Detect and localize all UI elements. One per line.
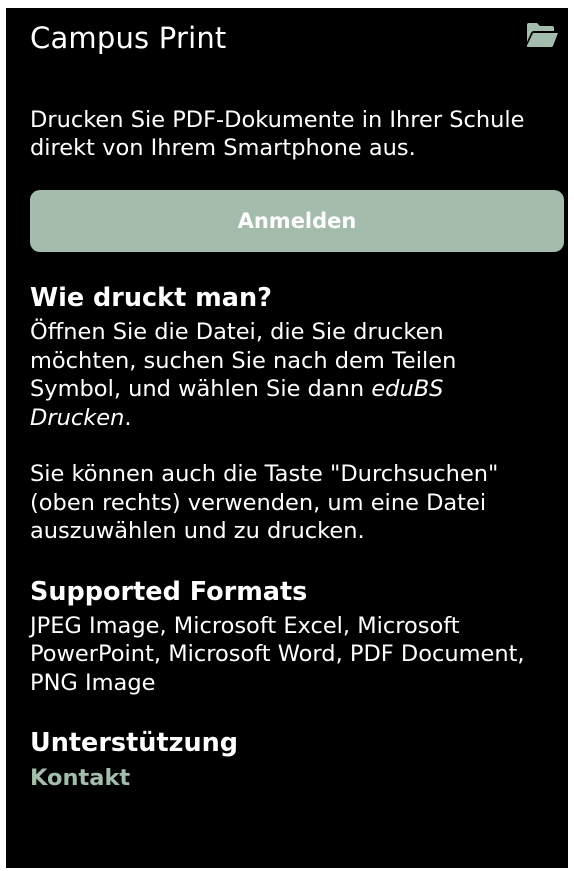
howto-paragraph-2: Sie können auch die Taste "Durchsuchen" … (30, 461, 499, 544)
howto-paragraph-1: Öffnen Sie die Datei, die Sie drucken mö… (30, 318, 550, 432)
folder-open-icon (526, 23, 558, 47)
howto-paragraph-1-end: . (124, 404, 132, 431)
app-screen: Campus Print Drucken Sie PDF-Dokumente i… (6, 8, 568, 868)
login-button[interactable]: Anmelden (30, 190, 564, 252)
formats-title: Supported Formats (30, 576, 308, 607)
formats-list: JPEG Image, Microsoft Excel, Microsoft P… (30, 612, 525, 696)
browse-button[interactable] (524, 20, 560, 50)
main-content: Drucken Sie PDF-Dokumente in Ihrer Schul… (30, 106, 564, 791)
contact-link[interactable]: Kontakt (30, 765, 130, 791)
intro-text: Drucken Sie PDF-Dokumente in Ihrer Schul… (30, 107, 525, 161)
app-title: Campus Print (30, 21, 227, 55)
app-bar: Campus Print (6, 8, 568, 68)
howto-title: Wie druckt man? (30, 283, 272, 313)
support-title: Unterstützung (30, 728, 239, 758)
